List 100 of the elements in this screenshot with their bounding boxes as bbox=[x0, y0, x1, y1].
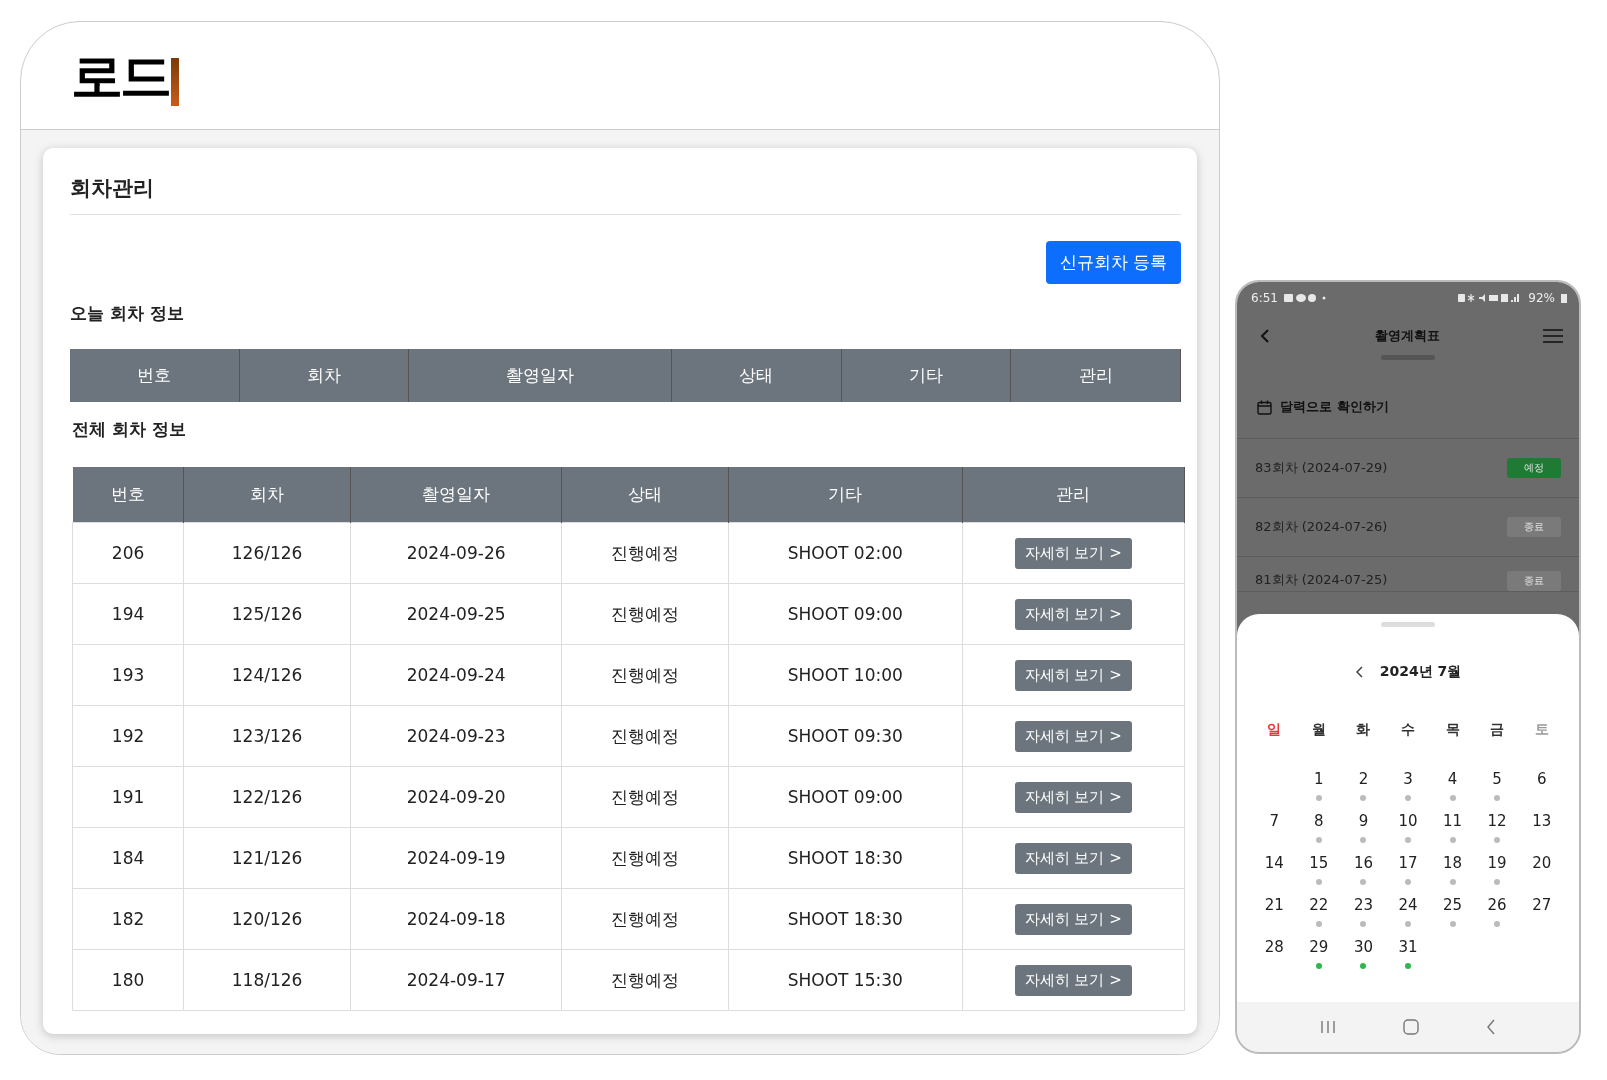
detail-button[interactable]: 자세히 보기 > bbox=[1014, 903, 1132, 935]
table-cell: 2024-09-17 bbox=[350, 949, 562, 1011]
calendar-day[interactable]: 6 bbox=[1536, 769, 1547, 789]
weekday-label: 금 bbox=[1490, 721, 1505, 737]
calendar-day[interactable]: 17 bbox=[1398, 853, 1418, 873]
home-icon[interactable] bbox=[1403, 1019, 1419, 1035]
column-header: 관리 bbox=[962, 467, 1185, 523]
table-cell: 125/126 bbox=[183, 583, 351, 645]
table-cell: 124/126 bbox=[183, 644, 351, 706]
table-cell: 191 bbox=[72, 766, 184, 828]
table-cell: 121/126 bbox=[183, 827, 351, 889]
detail-button[interactable]: 자세히 보기 > bbox=[1014, 842, 1132, 874]
calendar-day[interactable]: 4 bbox=[1447, 769, 1458, 789]
new-round-button[interactable]: 신규회차 등록 bbox=[1045, 241, 1181, 284]
section-title: 전체 회차 정보 bbox=[72, 418, 187, 441]
table-cell: 182 bbox=[72, 888, 184, 950]
column-header: 회차 bbox=[183, 467, 351, 523]
calendar-day[interactable]: 21 bbox=[1264, 895, 1284, 915]
weekday-label: 수 bbox=[1401, 721, 1415, 737]
detail-button[interactable]: 자세히 보기 > bbox=[1014, 598, 1132, 630]
detail-button[interactable]: 자세히 보기 > bbox=[1014, 964, 1132, 996]
battery-level: 92% bbox=[1528, 291, 1555, 305]
calendar-day[interactable]: 3 bbox=[1403, 769, 1413, 789]
table-cell: 진행예정 bbox=[561, 766, 729, 828]
back-icon[interactable] bbox=[1259, 328, 1271, 344]
column-header: 상태 bbox=[561, 467, 729, 523]
calendar-day[interactable]: 27 bbox=[1532, 895, 1552, 915]
table-cell: 2024-09-26 bbox=[350, 522, 562, 584]
table-cell: SHOOT 18:30 bbox=[728, 888, 963, 950]
previous-month-icon[interactable] bbox=[1354, 665, 1364, 679]
table-cell: 진행예정 bbox=[561, 705, 729, 767]
menu-icon[interactable] bbox=[1543, 329, 1563, 343]
calendar-icon bbox=[1257, 399, 1272, 415]
calendar-day[interactable]: 31 bbox=[1398, 937, 1418, 957]
calendar-day[interactable]: 30 bbox=[1353, 937, 1373, 957]
table-cell: 123/126 bbox=[183, 705, 351, 767]
table-cell: 진행예정 bbox=[561, 888, 729, 950]
weekday-label: 일 bbox=[1267, 721, 1282, 737]
detail-button[interactable]: 자세히 보기 > bbox=[1014, 720, 1132, 752]
back-icon[interactable] bbox=[1485, 1019, 1496, 1035]
table-cell: 122/126 bbox=[183, 766, 351, 828]
detail-button[interactable]: 자세히 보기 > bbox=[1014, 537, 1132, 569]
weekday-label: 월 bbox=[1311, 721, 1326, 737]
table-cell: 2024-09-19 bbox=[350, 827, 562, 889]
calendar-day[interactable]: 14 bbox=[1264, 853, 1284, 873]
calendar-day[interactable]: 2 bbox=[1358, 769, 1369, 789]
status-time: 6:51 bbox=[1251, 291, 1278, 305]
calendar-day[interactable]: 11 bbox=[1443, 811, 1463, 831]
column-header: 번호 bbox=[70, 349, 240, 402]
table-cell: 180 bbox=[72, 949, 184, 1011]
calendar-day[interactable]: 22 bbox=[1309, 895, 1329, 915]
calendar-day[interactable]: 9 bbox=[1358, 811, 1369, 831]
table-cell: 2024-09-25 bbox=[350, 583, 562, 645]
table-cell: SHOOT 10:00 bbox=[728, 644, 963, 706]
calendar-day[interactable]: 13 bbox=[1532, 811, 1552, 831]
calendar-day[interactable]: 8 bbox=[1314, 811, 1324, 831]
calendar-day[interactable]: 10 bbox=[1398, 811, 1418, 831]
calendar-day[interactable]: 29 bbox=[1309, 937, 1329, 957]
table-cell: 2024-09-24 bbox=[350, 644, 562, 706]
table-cell: 126/126 bbox=[183, 522, 351, 584]
weekday-label: 목 bbox=[1445, 721, 1460, 737]
calendar-day[interactable]: 12 bbox=[1487, 811, 1507, 831]
column-header: 번호 bbox=[72, 467, 184, 523]
calendar-day[interactable]: 18 bbox=[1443, 853, 1463, 873]
calendar-day[interactable]: 1 bbox=[1314, 769, 1324, 789]
page-title: 회차관리 bbox=[70, 174, 1181, 215]
table-cell: 194 bbox=[72, 583, 184, 645]
table-cell: 2024-09-23 bbox=[350, 705, 562, 767]
calendar-day[interactable]: 7 bbox=[1269, 811, 1280, 831]
calendar-day[interactable]: 20 bbox=[1532, 853, 1552, 873]
table-cell: SHOOT 15:30 bbox=[728, 949, 963, 1011]
column-header: 상태 bbox=[671, 349, 842, 402]
table-cell: 118/126 bbox=[183, 949, 351, 1011]
detail-button[interactable]: 자세히 보기 > bbox=[1014, 781, 1132, 813]
status-badge: 종료 bbox=[1507, 517, 1561, 537]
calendar-day[interactable]: 26 bbox=[1487, 895, 1507, 915]
table-cell: 184 bbox=[72, 827, 184, 889]
drag-handle[interactable] bbox=[1381, 622, 1435, 627]
table-cell: SHOOT 09:30 bbox=[728, 705, 963, 767]
section-title: 오늘 회차 정보 bbox=[70, 302, 185, 325]
calendar-day[interactable]: 15 bbox=[1309, 853, 1329, 873]
table-cell: 진행예정 bbox=[561, 583, 729, 645]
app-title: 촬영계획표 bbox=[1374, 327, 1440, 345]
table-cell: SHOOT 02:00 bbox=[728, 522, 963, 584]
calendar-day[interactable]: 28 bbox=[1264, 937, 1284, 957]
recent-apps-icon[interactable] bbox=[1320, 1020, 1337, 1034]
battery-icon bbox=[1561, 293, 1567, 303]
calendar-day[interactable]: 24 bbox=[1398, 895, 1418, 915]
table-cell: SHOOT 18:30 bbox=[728, 827, 963, 889]
calendar-day[interactable]: 25 bbox=[1443, 895, 1463, 915]
calendar-day[interactable]: 16 bbox=[1353, 853, 1373, 873]
calendar-day[interactable]: 19 bbox=[1487, 853, 1507, 873]
table-cell: 206 bbox=[72, 522, 184, 584]
table-cell: 192 bbox=[72, 705, 184, 767]
calendar-link[interactable]: 달력으로 확인하기 bbox=[1280, 398, 1389, 416]
table-cell: 진행예정 bbox=[561, 644, 729, 706]
detail-button[interactable]: 자세히 보기 > bbox=[1014, 659, 1132, 691]
calendar-day[interactable]: 23 bbox=[1353, 895, 1373, 915]
column-header: 기타 bbox=[841, 349, 1012, 402]
calendar-day[interactable]: 5 bbox=[1492, 769, 1502, 789]
